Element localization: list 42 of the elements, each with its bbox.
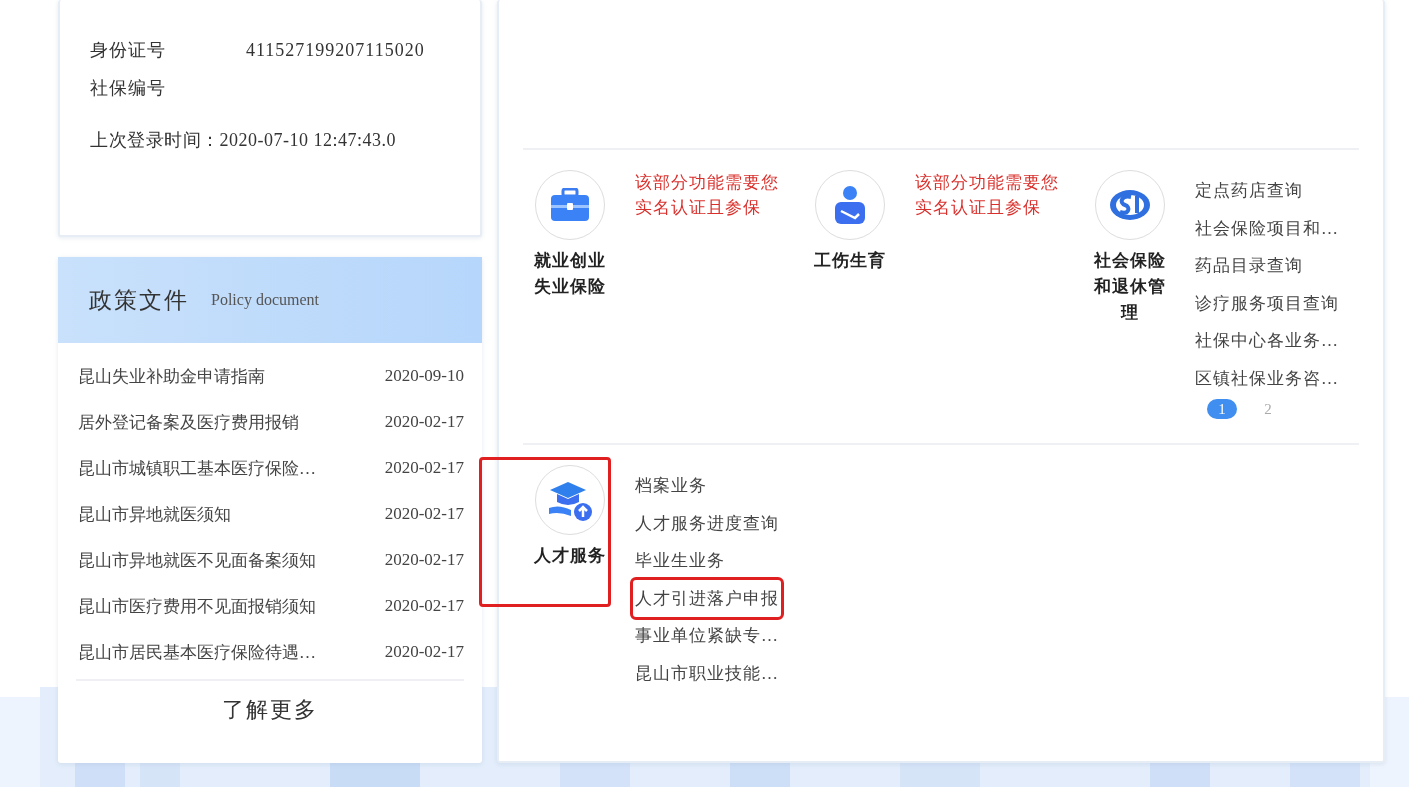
policy-date: 2020-02-17	[384, 412, 464, 432]
service-link[interactable]: 档案业务	[635, 467, 781, 505]
policy-date: 2020-02-17	[384, 596, 464, 616]
policy-title: 政策文件	[89, 286, 189, 315]
field-label: 身份证号	[90, 39, 167, 62]
field-label: 社保编号	[90, 77, 167, 100]
policy-subtitle: Policy document	[211, 291, 319, 309]
more-link[interactable]: 了解更多	[76, 679, 464, 725]
service-link[interactable]: 社保中心各业务…	[1195, 322, 1339, 360]
policy-date: 2020-02-17	[384, 458, 464, 478]
service-name[interactable]: 社会保险和退休管理	[1090, 248, 1170, 326]
policy-link[interactable]: 昆山市医疗费用不见面报销须知	[78, 594, 316, 618]
policy-link[interactable]: 昆山市居民基本医疗保险待遇…	[78, 640, 316, 664]
service-link[interactable]: 人才引进落户申报	[633, 579, 781, 617]
policy-date: 2020-02-17	[384, 550, 464, 570]
briefcase-icon	[550, 188, 590, 222]
service-link[interactable]: 社会保险项目和…	[1195, 209, 1339, 247]
service-name[interactable]: 就业创业失业保险	[530, 248, 610, 300]
service-link[interactable]: 人才服务进度查询	[635, 504, 781, 542]
service-link[interactable]: 事业单位紧缺专…	[635, 617, 781, 655]
policy-date: 2020-09-10	[384, 366, 464, 386]
notice-text: 该部分功能需要您实名认证且参保	[635, 172, 780, 219]
service-link[interactable]: 定点药店查询	[1195, 172, 1339, 210]
social-insurance-icon	[1109, 189, 1151, 221]
policy-link[interactable]: 居外登记备案及医疗费用报销	[78, 410, 299, 434]
policy-link[interactable]: 昆山市城镇职工基本医疗保险…	[78, 456, 316, 480]
field-value: 411527199207115020	[246, 39, 425, 61]
service-name[interactable]: 工伤生育	[810, 248, 890, 274]
service-link[interactable]: 昆山市职业技能…	[635, 654, 781, 692]
policy-link[interactable]: 昆山市异地就医不见面备案须知	[78, 548, 316, 572]
last-login-text: 上次登录时间：2020-07-10 12:47:43.0	[90, 129, 397, 152]
policy-date: 2020-02-17	[384, 642, 464, 662]
notice-text: 该部分功能需要您实名认证且参保	[915, 172, 1060, 219]
policy-date: 2020-02-17	[384, 504, 464, 524]
policy-link[interactable]: 昆山市异地就医须知	[78, 502, 231, 526]
service-link[interactable]: 区镇社保业务咨…	[1195, 359, 1339, 397]
policy-link[interactable]: 昆山失业补助金申请指南	[78, 364, 265, 388]
service-link[interactable]: 药品目录查询	[1195, 247, 1339, 285]
service-link[interactable]: 毕业生业务	[635, 542, 781, 580]
service-name[interactable]: 人才服务	[530, 543, 610, 569]
person-sling-icon	[833, 185, 867, 225]
service-link[interactable]: 诊疗服务项目查询	[1195, 284, 1339, 322]
